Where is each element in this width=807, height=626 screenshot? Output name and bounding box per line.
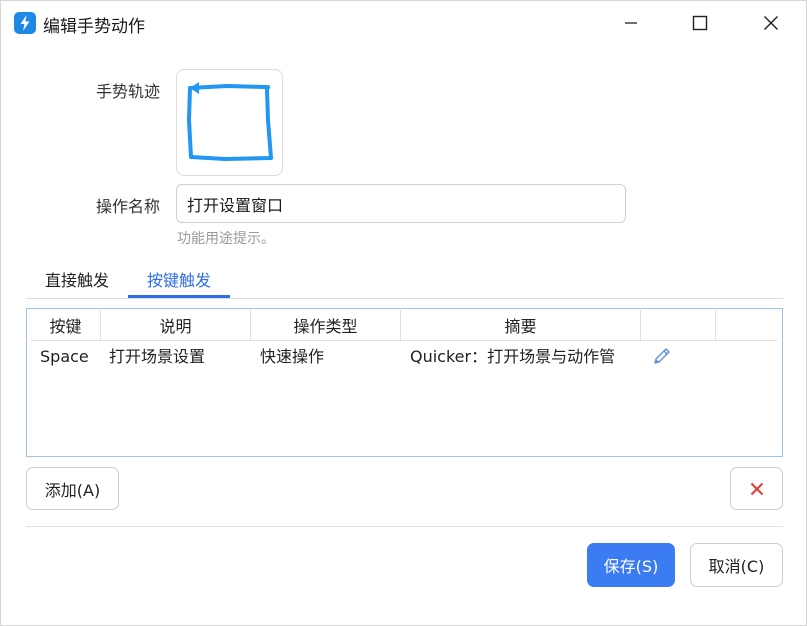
cell-summary[interactable]: Quicker：打开场景与动作管 bbox=[410, 344, 633, 370]
cell-key[interactable]: Space bbox=[40, 344, 102, 370]
window-title: 编辑手势动作 bbox=[43, 17, 145, 37]
action-name-label: 操作名称 bbox=[96, 197, 161, 216]
cell-description[interactable]: 打开场景设置 bbox=[109, 344, 249, 370]
column-header-action bbox=[641, 310, 716, 340]
maximize-button[interactable] bbox=[677, 1, 723, 45]
column-header-key[interactable]: 按键 bbox=[31, 310, 101, 340]
save-button[interactable]: 保存(S) bbox=[587, 543, 675, 587]
gesture-label: 手势轨迹 bbox=[96, 82, 161, 101]
footer-divider bbox=[26, 526, 783, 527]
app-lightning-icon bbox=[14, 12, 36, 34]
minimize-icon bbox=[625, 22, 637, 24]
gesture-preview[interactable] bbox=[176, 69, 283, 176]
cell-action-type[interactable]: 快速操作 bbox=[260, 344, 400, 370]
maximize-icon bbox=[692, 15, 708, 31]
tabs-divider bbox=[26, 298, 783, 299]
table-header-divider bbox=[31, 340, 777, 341]
hint-text: 功能用途提示。 bbox=[177, 231, 275, 247]
minimize-button[interactable] bbox=[608, 1, 654, 45]
column-header-description[interactable]: 说明 bbox=[101, 310, 251, 340]
add-button[interactable]: 添加(A) bbox=[26, 467, 119, 510]
tab-direct-trigger[interactable]: 直接触发 bbox=[39, 267, 115, 299]
action-name-input[interactable] bbox=[176, 184, 626, 223]
gesture-path-graphic bbox=[187, 82, 273, 161]
cancel-button[interactable]: 取消(C) bbox=[690, 543, 783, 587]
pencil-edit-icon[interactable] bbox=[651, 345, 673, 367]
close-icon bbox=[764, 16, 778, 30]
column-header-summary[interactable]: 摘要 bbox=[401, 310, 641, 340]
close-button[interactable] bbox=[748, 1, 794, 45]
title-bar: 编辑手势动作 bbox=[1, 1, 806, 45]
dialog-window: 编辑手势动作 手势轨迹 操作名称 功能用途提示。 直接触发 按键触发 按键 说明… bbox=[0, 0, 807, 626]
delete-button[interactable] bbox=[730, 467, 783, 510]
active-tab-indicator bbox=[128, 295, 230, 298]
delete-x-icon bbox=[750, 482, 763, 495]
column-header-blank bbox=[716, 310, 777, 340]
column-header-action-type[interactable]: 操作类型 bbox=[251, 310, 401, 340]
